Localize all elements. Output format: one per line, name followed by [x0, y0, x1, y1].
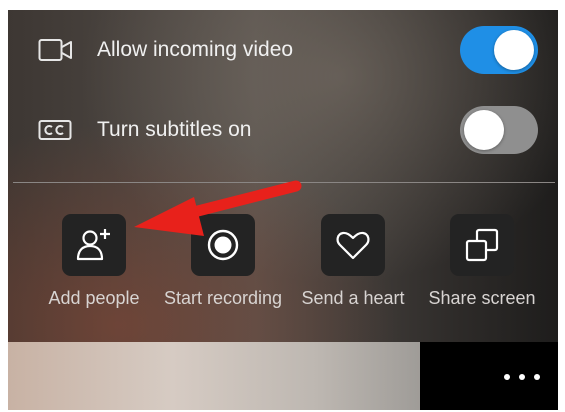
- send-heart-icon-button[interactable]: [321, 214, 385, 276]
- share-screen-icon-button[interactable]: [450, 214, 514, 276]
- participant-video: [8, 342, 420, 410]
- heart-icon: [336, 231, 370, 260]
- add-person-icon: [76, 229, 110, 261]
- subtitles-label: Turn subtitles on: [97, 118, 252, 141]
- record-icon: [207, 229, 239, 261]
- incoming-video-label: Allow incoming video: [97, 38, 294, 61]
- toggle-knob: [494, 30, 534, 70]
- start-recording-button[interactable]: Start recording: [158, 214, 288, 334]
- call-screen: Allow incoming video Turn subtitles on A…: [8, 10, 558, 410]
- more-dots-icon[interactable]: [501, 365, 545, 389]
- share-screen-button[interactable]: Share screen: [417, 214, 547, 334]
- subtitles-toggle[interactable]: [460, 106, 538, 154]
- incoming-video-toggle[interactable]: [460, 26, 538, 74]
- add-people-label: Add people: [48, 288, 140, 308]
- add-people-icon-button[interactable]: [62, 214, 126, 276]
- send-heart-label: Send a heart: [301, 288, 405, 308]
- call-options-panel: Allow incoming video Turn subtitles on A…: [8, 10, 558, 342]
- add-people-button[interactable]: Add people: [29, 214, 159, 334]
- start-recording-icon-button[interactable]: [191, 214, 255, 276]
- share-screen-label: Share screen: [428, 288, 536, 308]
- send-heart-button[interactable]: Send a heart: [288, 214, 418, 334]
- closed-captions-icon: [38, 120, 72, 140]
- toggle-knob: [464, 110, 504, 150]
- video-camera-icon: [38, 39, 72, 61]
- start-recording-label: Start recording: [163, 288, 283, 308]
- subtitles-row: Turn subtitles on: [8, 100, 558, 160]
- incoming-video-row: Allow incoming video: [8, 20, 558, 80]
- divider: [13, 182, 555, 183]
- share-screen-icon: [465, 228, 499, 262]
